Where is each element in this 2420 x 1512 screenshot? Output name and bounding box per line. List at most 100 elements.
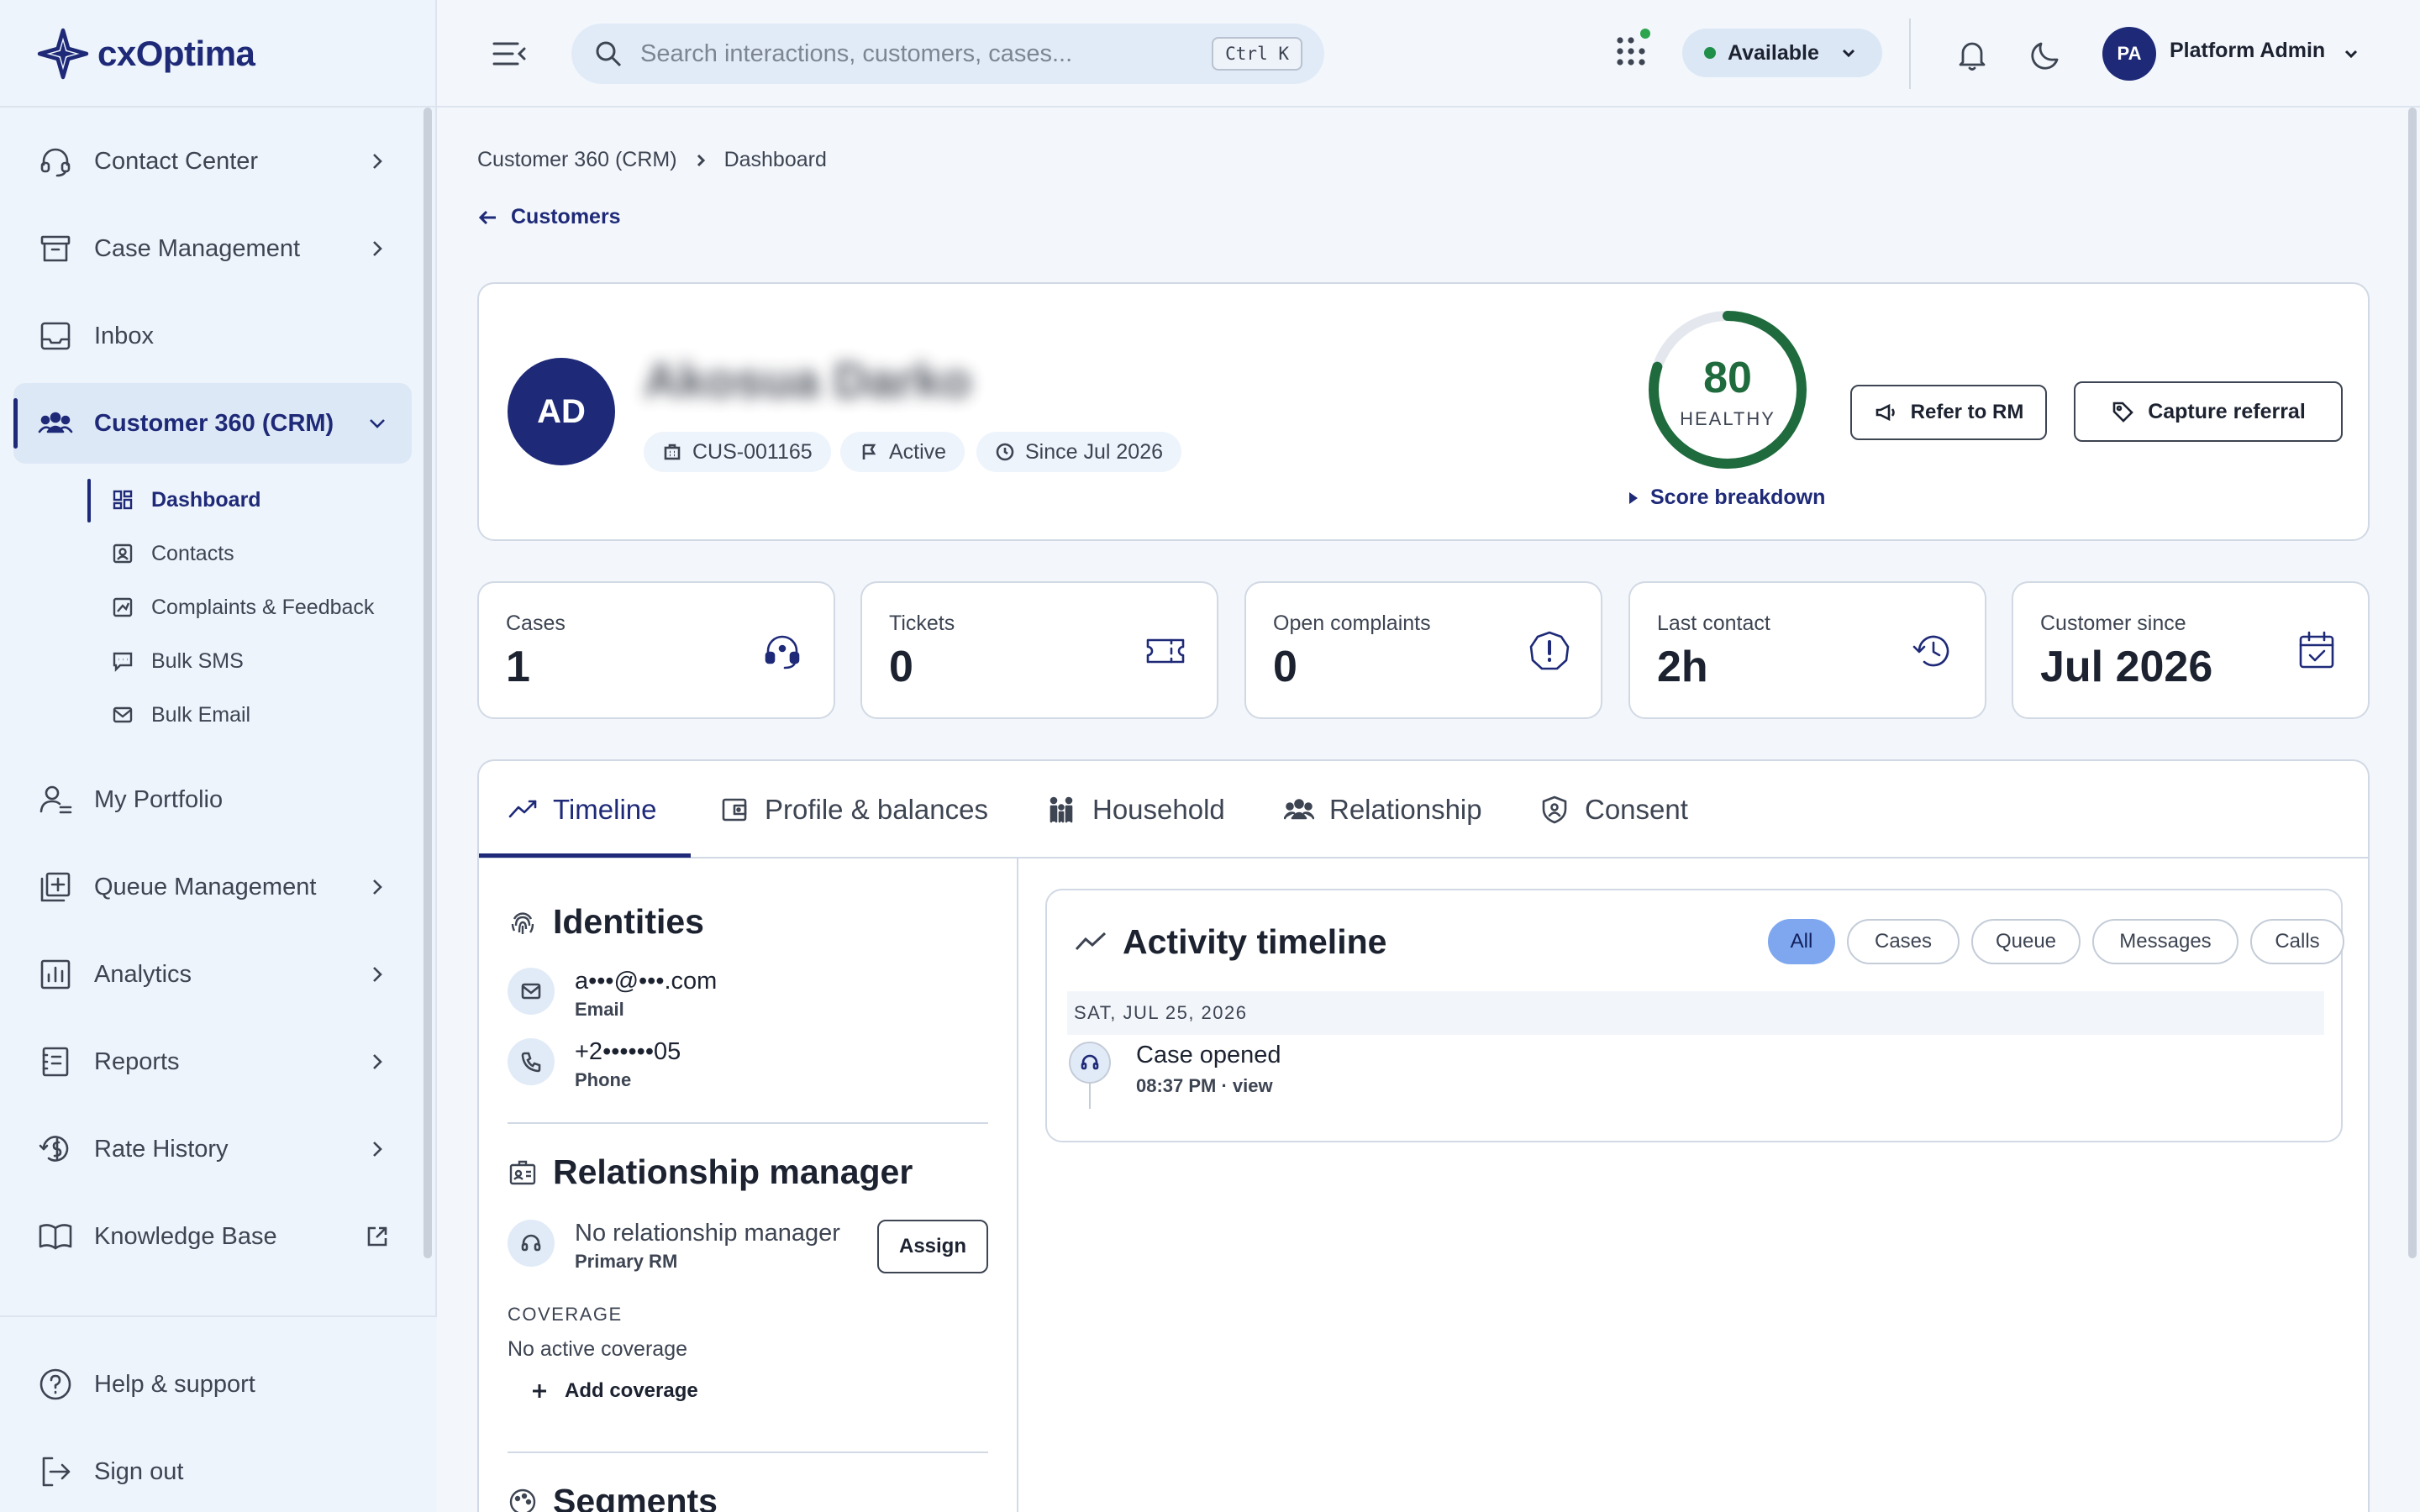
sidebar-item-help[interactable]: Help & support [13,1344,412,1425]
tab-label: Household [1092,794,1225,825]
sidebar-item-sign-out[interactable]: Sign out [13,1431,412,1512]
sidebar-item-customer-360[interactable]: Customer 360 (CRM) [13,383,412,464]
trend-icon [1075,932,1107,950]
rm-name: No relationship manager [575,1220,840,1247]
tab-household[interactable]: Household [1047,761,1225,858]
filter-calls[interactable]: Calls [2250,919,2344,964]
filter-cases[interactable]: Cases [1847,919,1960,964]
sidebar-item-rate-history[interactable]: Rate History [13,1109,412,1189]
identity-type: Phone [575,1069,632,1090]
queue-add-icon [35,867,76,907]
customer-status-chip: Active [840,432,965,472]
sidebar-item-label: Reports [94,1047,180,1075]
user-name[interactable]: Platform Admin [2170,39,2325,63]
active-tab-indicator [479,853,691,858]
timeline-event-title[interactable]: Case opened [1136,1042,1281,1069]
stat-card-customer-since[interactable]: Customer since Jul 2026 [2012,581,2370,719]
ticket-icon [1143,628,1188,674]
sidebar-item-contact-center[interactable]: Contact Center [13,121,412,202]
stat-label: Tickets [889,612,955,635]
identity-email: a•••@•••.com Email [508,968,717,1021]
sidebar-scrollbar[interactable] [424,108,432,1258]
stat-card-tickets[interactable]: Tickets 0 [860,581,1218,719]
capture-referral-button[interactable]: Capture referral [2074,381,2343,442]
score-breakdown-label: Score breakdown [1650,486,1826,509]
sidebar-item-case-management[interactable]: Case Management [13,208,412,289]
sidebar-subitem-complaints[interactable]: Complaints & Feedback [111,586,374,628]
users-icon [1284,799,1314,820]
chevron-right-icon [365,149,390,174]
filter-queue[interactable]: Queue [1971,919,2081,964]
chevron-down-icon[interactable] [2341,44,2361,64]
app-logo[interactable]: cxOptima [37,25,255,82]
filter-messages[interactable]: Messages [2092,919,2238,964]
sidebar-item-my-portfolio[interactable]: My Portfolio [13,759,412,840]
back-link-label: Customers [511,205,621,228]
user-avatar[interactable]: PA [2102,27,2156,81]
sidebar-item-reports[interactable]: Reports [13,1021,412,1102]
segments-title: Segments [553,1482,718,1512]
coverage-value: No active coverage [508,1337,688,1361]
sidebar-item-analytics[interactable]: Analytics [13,934,412,1015]
sidebar-subitem-bulk-sms[interactable]: Bulk SMS [111,640,244,682]
apps-notification-dot [1640,29,1650,39]
stat-card-cases[interactable]: Cases 1 [477,581,835,719]
sidebar-subitem-bulk-email[interactable]: Bulk Email [111,694,250,736]
search-input[interactable] [640,39,1178,68]
tab-bar: Timeline Profile & balances Household Re… [479,761,2368,858]
stat-value: 0 [889,643,913,691]
sidebar-subitem-label: Bulk SMS [151,648,244,673]
help-icon [35,1364,76,1404]
search-icon [596,41,622,67]
breadcrumb-parent[interactable]: Customer 360 (CRM) [477,148,677,172]
assign-rm-button[interactable]: Assign [877,1220,988,1273]
tab-timeline[interactable]: Timeline [508,761,656,858]
id-badge-icon [509,1160,536,1184]
customer-detail-panel: Timeline Profile & balances Household Re… [477,759,2370,1512]
chevron-right-icon [365,962,390,987]
tab-profile-balances[interactable]: Profile & balances [719,761,988,858]
tab-relationship[interactable]: Relationship [1284,761,1482,858]
sidebar-item-inbox[interactable]: Inbox [13,296,412,376]
score-breakdown-toggle[interactable]: Score breakdown [1627,486,1825,510]
sidebar-subitem-contacts[interactable]: Contacts [111,533,234,575]
clock-icon [996,443,1014,461]
breadcrumb-current: Dashboard [723,148,827,171]
add-coverage-button[interactable]: Add coverage [529,1379,698,1403]
customer-name: Akosua Darko [644,354,972,408]
identities-section-title: Identities [508,902,704,942]
bell-icon[interactable] [1954,37,1990,72]
collapse-menu-icon[interactable] [491,37,528,71]
stat-card-last-contact[interactable]: Last contact 2h [1628,581,1986,719]
sidebar-item-knowledge-base[interactable]: Knowledge Base [13,1196,412,1277]
filter-all[interactable]: All [1768,919,1835,964]
family-icon [1050,796,1073,823]
trend-icon [508,800,537,818]
sidebar-item-label: Customer 360 (CRM) [94,409,334,437]
chevron-down-icon [1842,49,1854,58]
agent-status-dropdown[interactable]: Available [1682,29,1882,77]
rm-title: Relationship manager [553,1152,913,1191]
inbox-icon [35,316,76,356]
customer-id: CUS-001165 [692,439,813,464]
moon-icon[interactable] [2028,37,2064,72]
global-search[interactable]: Ctrl K [571,24,1324,84]
dashboard-icon [113,490,133,510]
stat-card-open-complaints[interactable]: Open complaints 0 [1244,581,1602,719]
breadcrumb: Customer 360 (CRM) Dashboard [477,148,827,172]
history-icon [1911,628,1956,674]
headset-icon [760,628,805,674]
sidebar-item-label: Contact Center [94,147,259,175]
main-scrollbar[interactable] [2408,108,2417,1258]
timeline-event-meta[interactable]: 08:37 PM · view [1136,1075,1273,1097]
tab-consent[interactable]: Consent [1539,761,1688,858]
customer-id-chip: CUS-001165 [644,432,831,472]
caret-right-icon [1629,491,1638,504]
sidebar-subitem-dashboard[interactable]: Dashboard [111,479,261,521]
back-to-customers-link[interactable]: Customers [477,205,621,229]
timeline-day-header: SAT, JUL 25, 2026 [1067,991,2324,1035]
sign-out-icon [35,1452,76,1492]
wallet-icon [722,798,747,822]
refer-to-rm-button[interactable]: Refer to RM [1850,385,2047,440]
sidebar-item-queue-management[interactable]: Queue Management [13,847,412,927]
